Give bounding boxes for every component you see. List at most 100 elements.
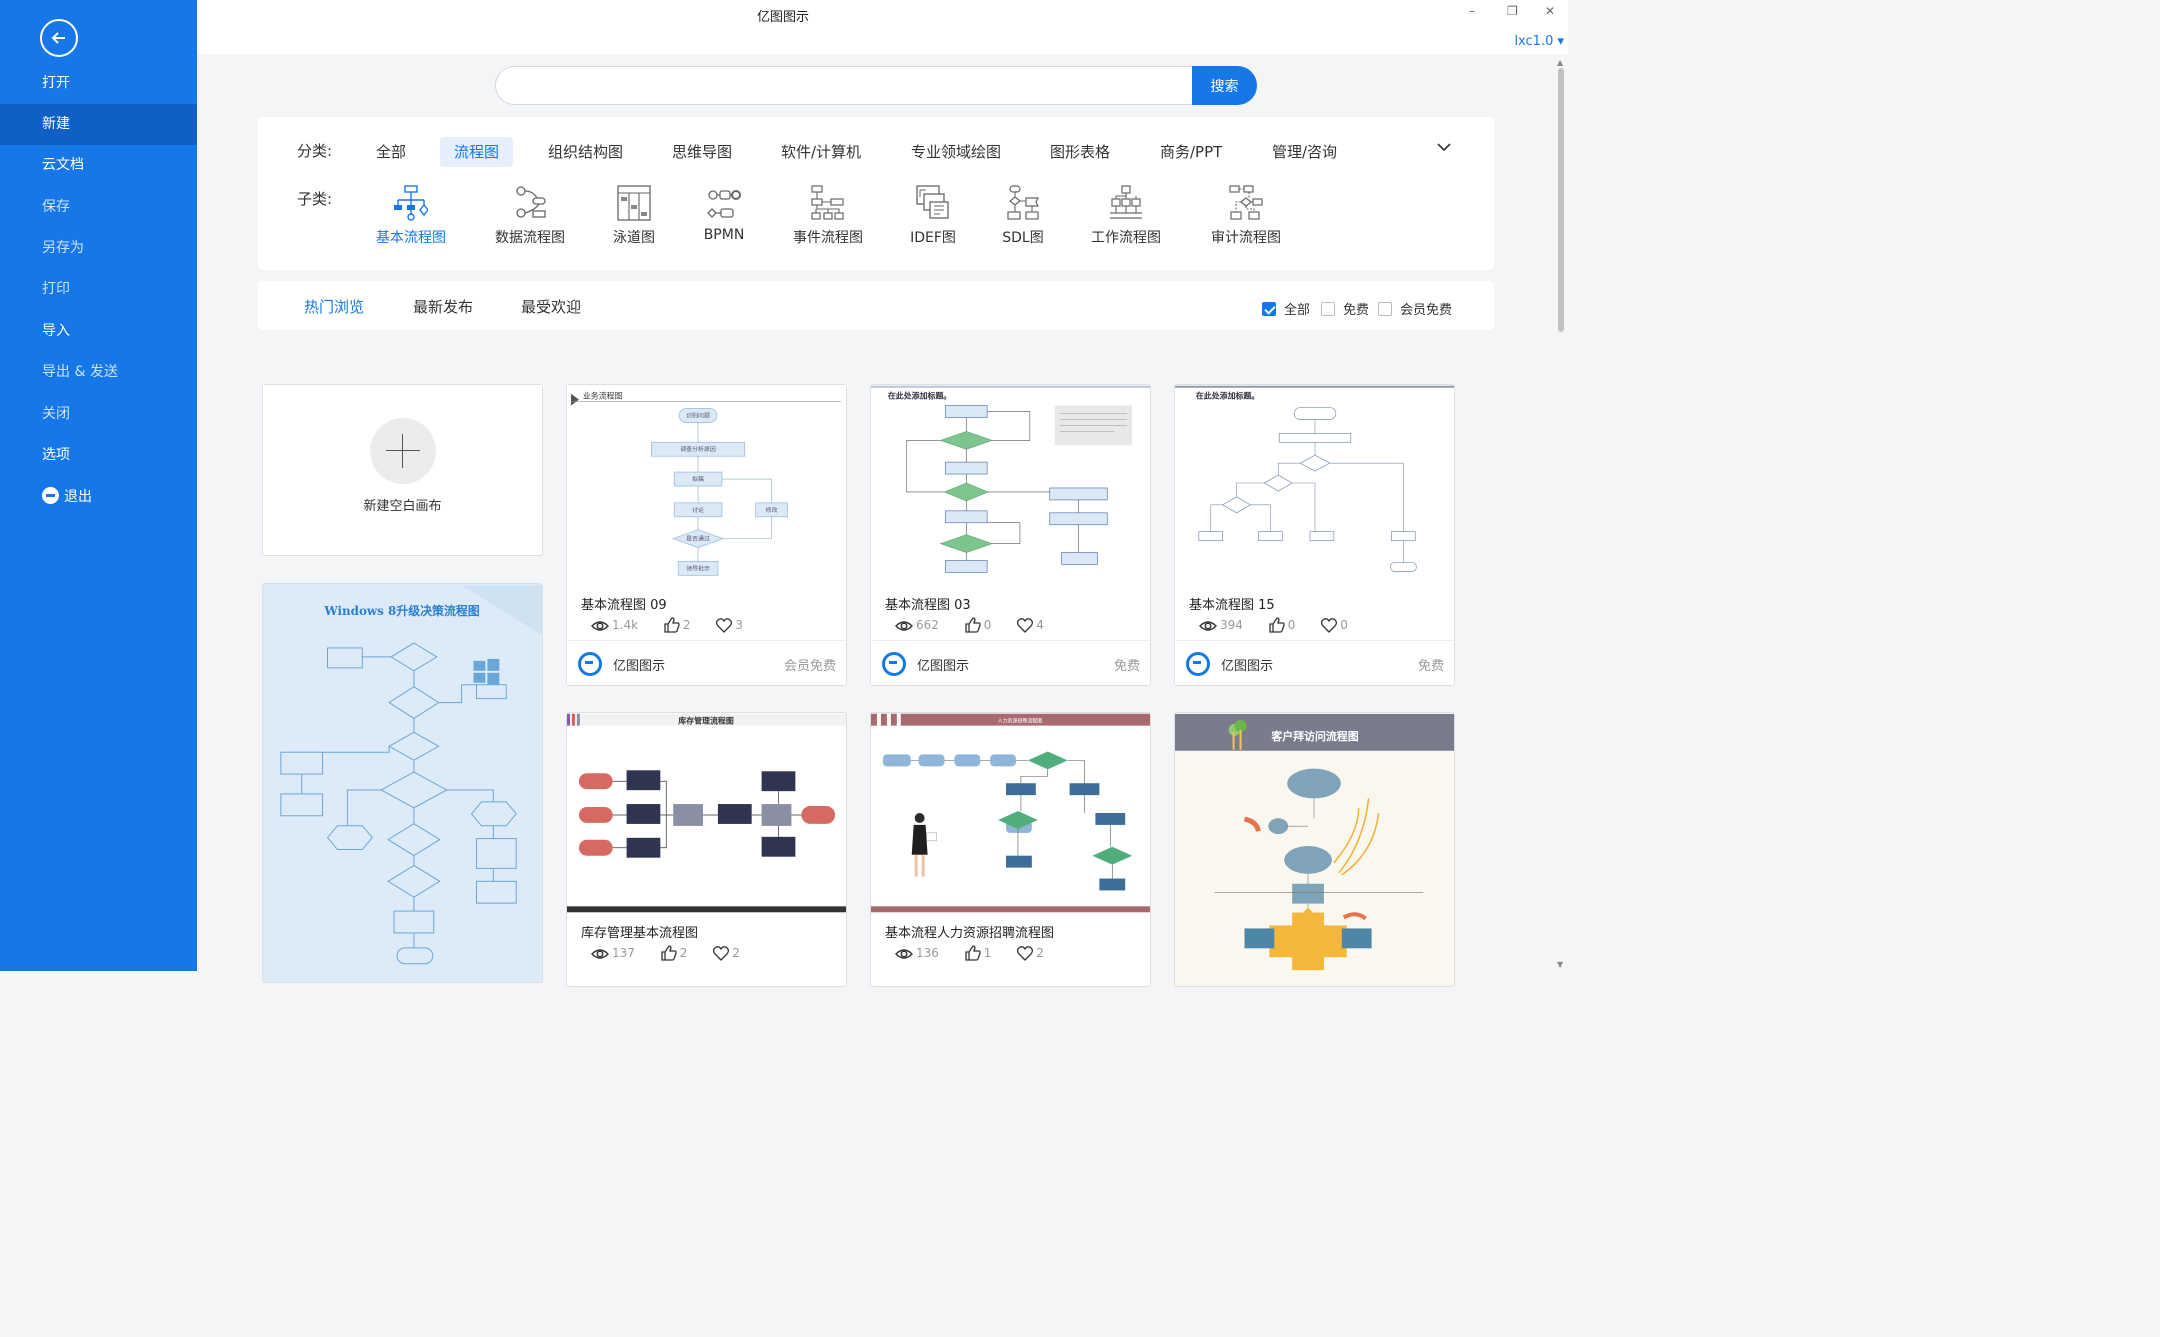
sidebar: 打开 新建 云文档 保存 另存为 打印 导入 导出 & 发送 关闭 选项 退出 [0, 0, 197, 971]
category-all[interactable]: 全部 [362, 137, 420, 167]
template-card-basic-03[interactable]: 在此处添加标题。 基本流程图 03 662 0 4 亿图图示 免费 [870, 384, 1151, 686]
template-stats: 394 0 0 [1199, 617, 1370, 633]
edraw-logo-icon [882, 652, 906, 676]
svg-text:讨论: 讨论 [692, 506, 704, 514]
new-canvas-label: 新建空白画布 [363, 499, 442, 514]
template-card-inventory[interactable]: 库存管理流程图 库存管理基本流程图 137 2 2 [566, 712, 847, 987]
subcategory-event-flowchart[interactable]: 事件流程图 [788, 185, 868, 247]
template-card-hr-recruiting[interactable]: 人力资源招聘流程图 基本流程人力资源招聘流程图 136 1 2 [870, 712, 1151, 987]
views-stat: 1.4k [591, 618, 638, 633]
edraw-logo-icon [1186, 652, 1210, 676]
edraw-logo-icon [578, 652, 602, 676]
thumbs-up-icon [661, 945, 677, 961]
filter-member-free[interactable]: 会员免费 [1378, 299, 1452, 318]
eye-icon [591, 949, 609, 959]
likes-stat[interactable]: 1 [965, 945, 991, 961]
thumbs-up-icon [664, 617, 680, 633]
heart-icon [1017, 618, 1034, 633]
template-card-basic-15[interactable]: 在此处添加标题。 基本流程图 15 394 0 0 亿图图示 免费 [1174, 384, 1455, 686]
template-footer: 亿图图示 会员免费 [567, 640, 846, 685]
tab-hot-browse[interactable]: 热门浏览 [304, 296, 364, 317]
close-button[interactable]: ✕ [1545, 4, 1555, 18]
sidebar-item-new[interactable]: 新建 [0, 104, 197, 145]
subcategory-idef[interactable]: IDEF图 [900, 185, 966, 247]
tab-most-popular[interactable]: 最受欢迎 [521, 296, 581, 317]
template-card-basic-09[interactable]: 业务流程图 识别问题 调查分析原因 拟稿 讨论 修改 是否通过 领导批示 基本流程图 09 … [566, 384, 847, 686]
sidebar-item-options[interactable]: 选项 [0, 435, 197, 476]
template-card-windows8[interactable]: Windows 8升级决策流程图 [262, 583, 543, 983]
price-badge: 免费 [1113, 659, 1140, 674]
likes-stat[interactable]: 2 [661, 945, 687, 961]
sidebar-item-save[interactable]: 保存 [0, 187, 197, 228]
search-button[interactable]: 搜索 [1192, 66, 1257, 105]
scroll-down-icon[interactable]: ▼ [1557, 960, 1563, 969]
title-bar: 亿图图示 – ❐ ✕ [197, 0, 1568, 30]
minimize-button[interactable]: – [1469, 4, 1475, 18]
event-flowchart-icon [811, 185, 844, 220]
favorites-stat[interactable]: 2 [1017, 946, 1044, 961]
new-blank-canvas-card[interactable]: 新建空白画布 [262, 384, 543, 556]
template-title: 基本流程图 03 [885, 598, 971, 613]
tab-newest[interactable]: 最新发布 [413, 296, 473, 317]
filter-member-free-checkbox[interactable] [1378, 302, 1392, 316]
sidebar-item-open[interactable]: 打开 [0, 63, 197, 104]
sidebar-item-exit[interactable]: 退出 [0, 477, 197, 518]
likes-stat[interactable]: 0 [1269, 617, 1295, 633]
favorites-stat[interactable]: 3 [716, 618, 743, 633]
favorites-stat[interactable]: 4 [1017, 618, 1044, 633]
category-panel: 分类: 全部 流程图 组织结构图 思维导图 软件/计算机 专业领域绘图 图形表格… [258, 117, 1494, 270]
filter-all-checkbox[interactable] [1262, 302, 1276, 316]
template-stats: 136 1 2 [895, 945, 1066, 961]
filter-free[interactable]: 免费 [1321, 299, 1369, 318]
brand-name: 亿图图示 [613, 659, 666, 674]
category-flowchart[interactable]: 流程图 [440, 137, 514, 167]
price-badge: 会员免费 [783, 659, 836, 674]
likes-stat[interactable]: 0 [965, 617, 991, 633]
exit-icon [42, 487, 59, 504]
thumb-title: 人力资源招聘流程图 [998, 718, 1043, 725]
filter-free-checkbox[interactable] [1321, 302, 1335, 316]
back-button[interactable] [40, 19, 78, 57]
subcategory-sdl[interactable]: SDL图 [993, 185, 1053, 247]
template-card-customer-visit[interactable]: 客户拜访问流程图 [1174, 712, 1455, 987]
category-graphics-tables[interactable]: 图形表格 [1036, 137, 1124, 167]
restore-button[interactable]: ❐ [1507, 4, 1518, 18]
app-window: 打开 新建 云文档 保存 另存为 打印 导入 导出 & 发送 关闭 选项 退出 … [0, 0, 1568, 987]
category-management[interactable]: 管理/咨询 [1258, 137, 1351, 167]
category-business-ppt[interactable]: 商务/PPT [1146, 137, 1236, 167]
svg-text:修改: 修改 [766, 506, 778, 514]
subcategory-basic-flowchart[interactable]: 基本流程图 [371, 185, 451, 247]
subcategory-swimlane[interactable]: 泳道图 [598, 185, 670, 247]
brand-name: 亿图图示 [1221, 659, 1274, 674]
category-org-chart[interactable]: 组织结构图 [534, 137, 637, 167]
sidebar-item-export-send[interactable]: 导出 & 发送 [0, 352, 197, 393]
scrollbar-thumb[interactable] [1558, 68, 1564, 332]
favorites-stat[interactable]: 2 [713, 946, 740, 961]
likes-stat[interactable]: 2 [664, 617, 691, 633]
chevron-down-icon[interactable] [1436, 139, 1452, 155]
template-footer: 亿图图示 免费 [871, 640, 1150, 685]
category-professional[interactable]: 专业领域绘图 [897, 137, 1015, 167]
search-input[interactable] [495, 66, 1195, 105]
subcategory-audit-flowchart[interactable]: 审计流程图 [1206, 185, 1286, 247]
sidebar-item-cloud-docs[interactable]: 云文档 [0, 145, 197, 186]
arrow-left-icon [51, 32, 65, 44]
template-thumbnail: 业务流程图 识别问题调查分析原因拟稿讨论 修改是否通过领导批示 [570, 391, 842, 576]
subcategory-data-flowchart[interactable]: 数据流程图 [490, 185, 570, 247]
subcategory-bpmn[interactable]: BPMN [694, 185, 754, 243]
category-software[interactable]: 软件/计算机 [767, 137, 875, 167]
sidebar-item-print[interactable]: 打印 [0, 269, 197, 310]
template-title: 基本流程图 09 [581, 598, 667, 613]
scroll-up-icon[interactable]: ▲ [1557, 58, 1563, 67]
subcategory-workflow[interactable]: 工作流程图 [1086, 185, 1166, 247]
filter-all[interactable]: 全部 [1262, 299, 1310, 318]
favorites-stat[interactable]: 0 [1321, 618, 1348, 633]
template-thumbnail: 客户拜访问流程图 [1175, 713, 1454, 971]
sidebar-item-save-as[interactable]: 另存为 [0, 228, 197, 269]
category-mind-map[interactable]: 思维导图 [658, 137, 746, 167]
swimlane-icon [617, 185, 651, 221]
svg-text:是否通过: 是否通过 [686, 535, 710, 543]
sidebar-item-import[interactable]: 导入 [0, 311, 197, 352]
user-menu[interactable]: lxc1.0 ▾ [1514, 34, 1564, 49]
sidebar-item-close[interactable]: 关闭 [0, 394, 197, 435]
